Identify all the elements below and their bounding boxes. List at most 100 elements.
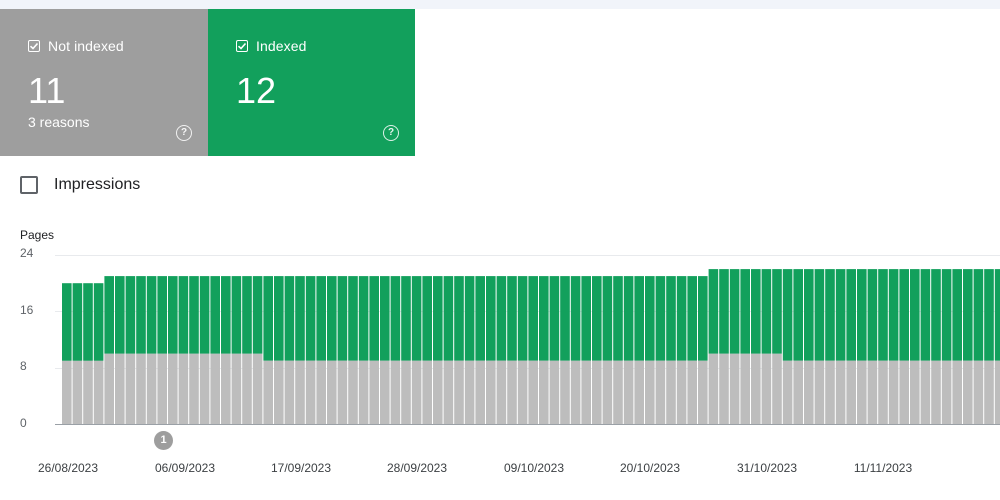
bar-indexed[interactable] <box>72 283 83 361</box>
bar-indexed[interactable] <box>443 276 454 361</box>
bar-not-indexed[interactable] <box>772 353 782 424</box>
bar-indexed[interactable] <box>645 276 655 361</box>
bar-indexed[interactable] <box>295 276 305 361</box>
bar-not-indexed[interactable] <box>835 360 846 424</box>
bar-not-indexed[interactable] <box>931 360 941 424</box>
bar-indexed[interactable] <box>634 276 644 361</box>
bar-not-indexed[interactable] <box>475 360 485 424</box>
bar-indexed[interactable] <box>570 276 581 361</box>
bar-not-indexed[interactable] <box>369 360 379 424</box>
impressions-checkbox[interactable] <box>20 176 38 194</box>
bar-not-indexed[interactable] <box>252 353 263 424</box>
bar-indexed[interactable] <box>178 276 189 354</box>
bar-not-indexed[interactable] <box>687 360 697 424</box>
bar-not-indexed[interactable] <box>380 360 390 424</box>
bar-indexed[interactable] <box>433 276 443 361</box>
bar-not-indexed[interactable] <box>570 360 581 424</box>
bar-not-indexed[interactable] <box>782 360 793 424</box>
bar-not-indexed[interactable] <box>199 353 210 424</box>
bar-indexed[interactable] <box>888 269 899 361</box>
bar-not-indexed[interactable] <box>274 360 284 424</box>
not-indexed-checkbox-icon[interactable] <box>28 40 40 52</box>
bar-indexed[interactable] <box>825 269 835 361</box>
bar-not-indexed[interactable] <box>751 353 761 424</box>
bar-indexed[interactable] <box>390 276 401 361</box>
bar-indexed[interactable] <box>931 269 941 361</box>
bar-not-indexed[interactable] <box>231 353 242 424</box>
bar-not-indexed[interactable] <box>857 360 867 424</box>
bar-not-indexed[interactable] <box>623 360 634 424</box>
bar-not-indexed[interactable] <box>390 360 401 424</box>
bar-not-indexed[interactable] <box>528 360 538 424</box>
bar-indexed[interactable] <box>199 276 210 354</box>
bar-not-indexed[interactable] <box>634 360 644 424</box>
bar-indexed[interactable] <box>125 276 136 354</box>
bar-not-indexed[interactable] <box>899 360 909 424</box>
bar-not-indexed[interactable] <box>814 360 825 424</box>
bar-indexed[interactable] <box>422 276 432 361</box>
bar-not-indexed[interactable] <box>941 360 952 424</box>
bar-not-indexed[interactable] <box>125 353 136 424</box>
bar-not-indexed[interactable] <box>539 360 549 424</box>
bar-not-indexed[interactable] <box>464 360 475 424</box>
bar-not-indexed[interactable] <box>517 360 528 424</box>
bar-not-indexed[interactable] <box>401 360 411 424</box>
bar-not-indexed[interactable] <box>62 360 72 424</box>
bar-not-indexed[interactable] <box>305 360 316 424</box>
bar-indexed[interactable] <box>242 276 252 354</box>
bar-indexed[interactable] <box>62 283 72 361</box>
bar-not-indexed[interactable] <box>136 353 146 424</box>
bar-indexed[interactable] <box>475 276 485 361</box>
bar-indexed[interactable] <box>539 276 549 361</box>
bar-indexed[interactable] <box>337 276 348 361</box>
bar-indexed[interactable] <box>676 276 687 361</box>
bar-not-indexed[interactable] <box>72 360 83 424</box>
bar-not-indexed[interactable] <box>358 360 369 424</box>
bar-not-indexed[interactable] <box>602 360 613 424</box>
bar-indexed[interactable] <box>486 276 496 361</box>
bar-not-indexed[interactable] <box>284 360 295 424</box>
bar-indexed[interactable] <box>358 276 369 361</box>
bar-indexed[interactable] <box>751 269 761 354</box>
bar-not-indexed[interactable] <box>984 360 994 424</box>
bar-not-indexed[interactable] <box>910 360 920 424</box>
bar-not-indexed[interactable] <box>549 360 560 424</box>
bar-indexed[interactable] <box>496 276 507 361</box>
bar-not-indexed[interactable] <box>698 360 708 424</box>
bar-not-indexed[interactable] <box>83 360 93 424</box>
bar-not-indexed[interactable] <box>189 353 199 424</box>
bar-not-indexed[interactable] <box>433 360 443 424</box>
help-icon[interactable]: ? <box>176 125 192 141</box>
bar-indexed[interactable] <box>613 276 623 361</box>
bar-not-indexed[interactable] <box>793 360 803 424</box>
bar-indexed[interactable] <box>93 283 104 361</box>
bar-indexed[interactable] <box>920 269 931 361</box>
bar-indexed[interactable] <box>305 276 316 361</box>
bar-indexed[interactable] <box>221 276 231 354</box>
bar-indexed[interactable] <box>793 269 803 361</box>
bar-indexed[interactable] <box>687 276 697 361</box>
bar-indexed[interactable] <box>973 269 984 361</box>
annotation-marker[interactable]: 1 <box>154 431 173 450</box>
bar-indexed[interactable] <box>994 269 1000 361</box>
bar-indexed[interactable] <box>263 276 273 361</box>
bar-not-indexed[interactable] <box>422 360 432 424</box>
bar-indexed[interactable] <box>274 276 284 361</box>
bar-not-indexed[interactable] <box>507 360 517 424</box>
bar-indexed[interactable] <box>517 276 528 361</box>
bar-not-indexed[interactable] <box>93 360 104 424</box>
bar-not-indexed[interactable] <box>740 353 750 424</box>
bar-indexed[interactable] <box>380 276 390 361</box>
bar-not-indexed[interactable] <box>348 360 358 424</box>
bar-indexed[interactable] <box>952 269 962 361</box>
bar-not-indexed[interactable] <box>888 360 899 424</box>
bar-indexed[interactable] <box>369 276 379 361</box>
bar-indexed[interactable] <box>157 276 167 354</box>
bar-indexed[interactable] <box>729 269 740 354</box>
bar-indexed[interactable] <box>602 276 613 361</box>
bar-indexed[interactable] <box>857 269 867 361</box>
bar-indexed[interactable] <box>146 276 157 354</box>
bar-not-indexed[interactable] <box>655 360 666 424</box>
bar-not-indexed[interactable] <box>263 360 273 424</box>
bar-not-indexed[interactable] <box>496 360 507 424</box>
